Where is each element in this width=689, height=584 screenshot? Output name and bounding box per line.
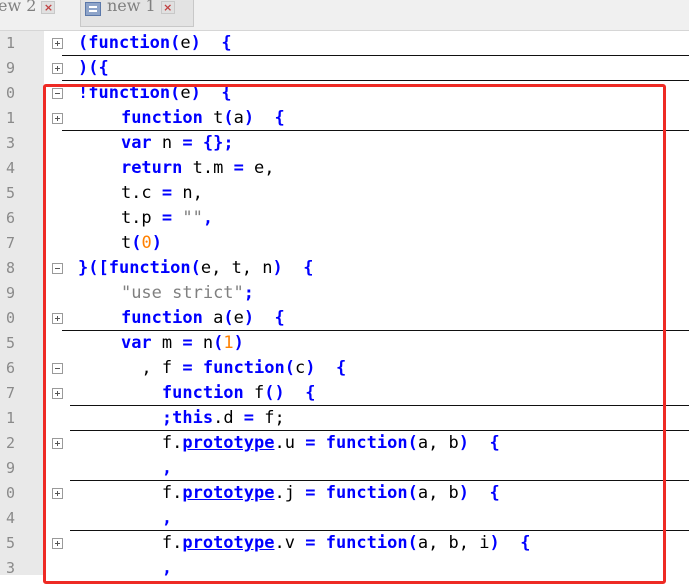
line-number: 0 — [6, 484, 16, 502]
line-number: 6 — [6, 359, 16, 377]
close-tab-icon[interactable]: × — [41, 1, 56, 14]
fold-expand-icon[interactable] — [52, 63, 63, 74]
code-line: (function(e) { — [78, 31, 232, 56]
code-line: )({ — [78, 56, 109, 81]
line-number: 5 — [6, 534, 16, 552]
tab-label: ew 2 — [0, 0, 37, 15]
line-number: 0 — [6, 309, 16, 327]
line-number: 9 — [6, 284, 16, 302]
line-number: 3 — [6, 559, 16, 577]
close-tab-icon[interactable]: × — [160, 1, 175, 14]
document-icon — [85, 2, 101, 16]
line-number: 8 — [6, 259, 16, 277]
highlight-box — [43, 84, 666, 584]
line-number: 9 — [6, 59, 16, 77]
line-number: 5 — [6, 334, 16, 352]
fold-line — [62, 55, 689, 56]
tab-new-1[interactable]: new 1 × — [80, 0, 194, 27]
line-number: 0 — [6, 84, 16, 102]
line-number: 1 — [6, 34, 16, 52]
tab-label: new 1 — [107, 0, 156, 15]
tab-bar: ew 2 × new 1 × — [0, 0, 689, 31]
fold-expand-icon[interactable] — [52, 38, 63, 49]
line-number: 1 — [6, 409, 16, 427]
code-token: ( — [170, 33, 181, 53]
line-number: 2 — [6, 434, 16, 452]
line-number: 1 — [6, 109, 16, 127]
code-token: ( — [78, 33, 89, 53]
line-number: 4 — [6, 509, 16, 527]
line-number: 3 — [6, 134, 16, 152]
code-token: function — [88, 33, 171, 53]
line-number: 7 — [6, 234, 16, 252]
code-token: )({ — [78, 58, 109, 78]
code-token: e — [180, 33, 191, 53]
line-number: 7 — [6, 384, 16, 402]
line-number: 6 — [6, 209, 16, 227]
tab-new-2[interactable]: ew 2 × — [0, 0, 56, 26]
line-number: 9 — [6, 459, 16, 477]
line-number: 5 — [6, 184, 16, 202]
line-number: 4 — [6, 159, 16, 177]
code-token: ) { — [190, 33, 232, 53]
